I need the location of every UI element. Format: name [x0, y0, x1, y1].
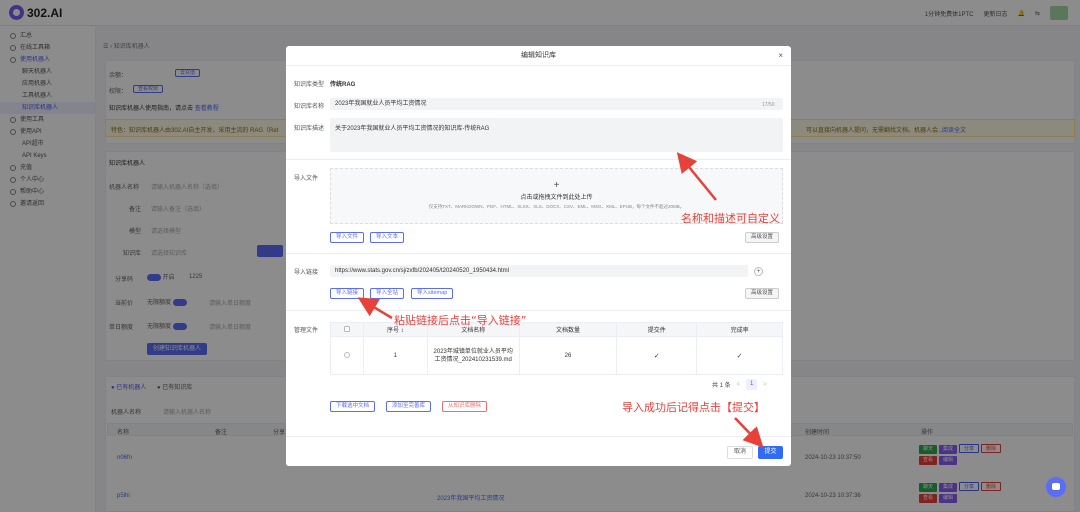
add-to-kb-button[interactable]: 添加至完善库: [386, 401, 432, 412]
prev-page-icon[interactable]: <: [737, 382, 741, 388]
import-link-label: 导入链接: [294, 270, 319, 276]
annotation-name-desc: 名称和描述可自定义: [681, 212, 780, 225]
checkbox-icon: [343, 325, 350, 332]
import-file-button[interactable]: 导入文件: [330, 232, 365, 243]
row-select[interactable]: [330, 336, 364, 375]
import-text-button[interactable]: 导入文本: [370, 232, 405, 243]
divider: [286, 159, 791, 160]
col-doc-count: 文档数量: [518, 322, 618, 337]
col-done: 完成率: [696, 322, 783, 337]
chat-support-icon[interactable]: [1046, 477, 1066, 497]
radio-icon: [343, 351, 350, 358]
kb-type-value: 传统RAG: [330, 82, 356, 88]
close-icon[interactable]: ×: [778, 51, 783, 60]
col-submitted: 提交件: [616, 322, 698, 337]
upload-plus-icon: +: [553, 180, 560, 191]
submit-button[interactable]: 提交: [758, 446, 783, 459]
divider: [286, 436, 791, 437]
submitted-check-icon: ✓: [616, 336, 698, 375]
import-link-button[interactable]: 导入链接: [330, 288, 365, 299]
kb-desc-label: 知识库描述: [294, 126, 325, 132]
link-input[interactable]: https://www.stats.gov.cn/sj/zxfb/202405/…: [330, 265, 748, 277]
advanced-settings-button-1[interactable]: 高级设置: [745, 232, 780, 243]
total-count: 共 1 条: [712, 383, 731, 389]
download-selected-button[interactable]: 下载选中文档: [330, 401, 376, 412]
cancel-button[interactable]: 取消: [727, 446, 753, 459]
advanced-settings-button-2[interactable]: 高级设置: [745, 288, 780, 299]
kb-desc-textarea[interactable]: 关于2023年我国就业人员平均工资情况的知识库-传统RAG: [330, 118, 783, 152]
import-sitemap-button[interactable]: 导入sitemap: [411, 288, 454, 299]
row-doc-count: 26: [518, 336, 618, 375]
files-table: 序号 ↕ 文档名称 文档数量 提交件 完成率 1 2023年城镇单位就业人员平均…: [330, 322, 783, 375]
kb-type-label: 知识库类型: [294, 82, 325, 88]
pagination: 共 1 条 < 1 >: [712, 379, 767, 390]
add-link-icon[interactable]: +: [754, 267, 763, 276]
remove-from-kb-button[interactable]: 从知识库删除: [442, 401, 488, 412]
done-check-icon: ✓: [696, 336, 783, 375]
kb-name-counter: 17/50: [762, 102, 775, 108]
row-doc-link[interactable]: 2023年城镇单位就业人员平均工资情况_202410231539.md: [426, 336, 520, 375]
table-row: 1 2023年城镇单位就业人员平均工资情况_202410231539.md 26…: [330, 336, 783, 375]
import-site-button[interactable]: 导入全站: [370, 288, 405, 299]
select-all-checkbox[interactable]: [330, 322, 364, 337]
import-file-label: 导入文件: [294, 176, 319, 182]
divider: [286, 253, 791, 254]
dropzone-text: 点击或拖拽文件到此处上传: [520, 195, 593, 201]
next-page-icon[interactable]: >: [763, 382, 767, 388]
kb-name-label: 知识库名称: [294, 104, 325, 110]
page-number[interactable]: 1: [746, 379, 758, 390]
divider: [286, 310, 791, 311]
modal-title: 编辑知识库: [286, 46, 791, 66]
annotation-paste-link: 粘贴链接后点击“导入链接”: [394, 314, 527, 327]
kb-name-input[interactable]: 2023年我国就业人员平均工资情况: [330, 98, 783, 110]
manage-files-label: 管理文件: [294, 328, 319, 334]
annotation-submit: 导入成功后记得点击【提交】: [622, 401, 765, 414]
row-index: 1: [362, 336, 428, 375]
